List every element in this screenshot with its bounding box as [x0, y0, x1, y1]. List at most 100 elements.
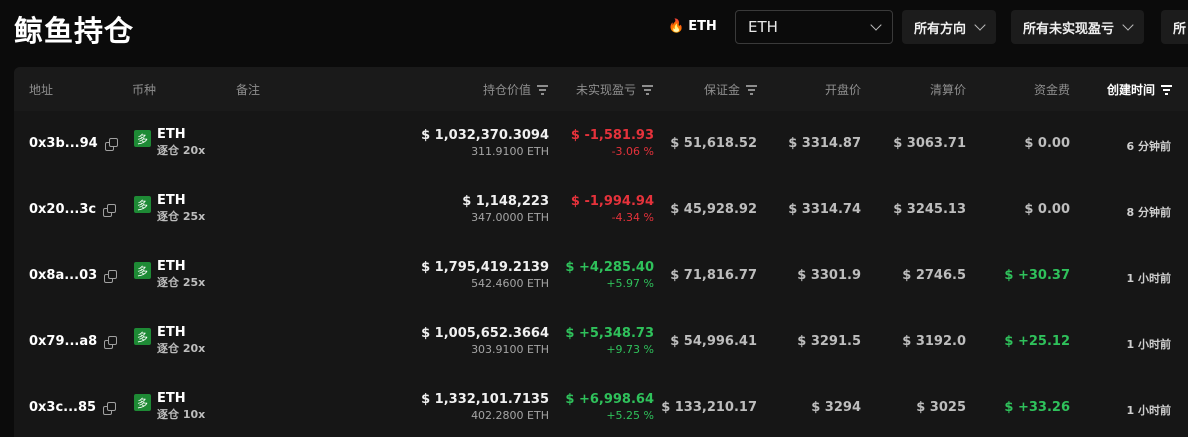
entry-price-cell: $ 3314.87: [788, 136, 861, 151]
address-cell: 0x3b...94: [29, 136, 118, 151]
hot-coin-tag[interactable]: 🔥 ETH: [668, 19, 717, 34]
copy-icon[interactable]: [104, 269, 118, 283]
liq-price-cell: $ 3063.71: [893, 136, 966, 151]
margin-cell: $ 45,928.92: [670, 202, 757, 217]
hot-coin-label: ETH: [688, 19, 717, 34]
unrealized-pnl-cell: $ -1,994.94 -4.34 %: [571, 193, 654, 226]
sort-icon: [1161, 85, 1172, 95]
fire-icon: 🔥: [668, 19, 685, 34]
coin-info: ETH 逐仓 25x: [157, 193, 205, 225]
coin-select[interactable]: ETH: [735, 10, 893, 44]
leverage-label: 逐仓 20x: [157, 144, 206, 157]
unrealized-pnl-percent: +9.73 %: [606, 343, 654, 356]
table-row[interactable]: 0x20...3c 多 ETH 逐仓 25x $ 1,148,223 347.0000 E…: [14, 177, 1188, 243]
unrealized-pnl-cell: $ +4,285.40 +5.97 %: [565, 259, 654, 292]
position-value-cell: $ 1,148,223 347.0000 ETH: [462, 193, 549, 226]
position-value: $ 1,332,101.7135: [421, 392, 549, 407]
copy-icon[interactable]: [104, 335, 118, 349]
pnl-dropdown-label: 所有未实现盈亏: [1023, 21, 1115, 37]
table-row[interactable]: 0x8a...03 多 ETH 逐仓 25x $ 1,795,419.2139 542.4…: [14, 243, 1188, 309]
position-amount: 402.2800 ETH: [471, 409, 549, 422]
liq-price-cell: $ 3025: [916, 400, 966, 415]
positions-table: 地址 币种 备注 持仓价值 未实现盈亏 保证金 开盘价 清算价 资金费 创建时间…: [14, 67, 1188, 437]
leverage-label: 逐仓 25x: [157, 210, 206, 223]
liq-price-cell: $ 2746.5: [902, 268, 966, 283]
position-value-cell: $ 1,032,370.3094 311.9100 ETH: [421, 127, 549, 160]
coin-cell: 多 ETH 逐仓 25x: [134, 193, 205, 225]
filter-bar: 🔥 ETH ETH 所有方向 所有未实现盈亏 所: [0, 10, 1188, 46]
position-amount: 347.0000 ETH: [471, 211, 549, 224]
header-created-time[interactable]: 创建时间: [1107, 81, 1172, 98]
copy-icon[interactable]: [103, 203, 117, 217]
copy-icon[interactable]: [103, 401, 117, 415]
coin-name: ETH: [157, 391, 186, 406]
pnl-dropdown[interactable]: 所有未实现盈亏: [1011, 10, 1145, 44]
position-value-cell: $ 1,005,652.3664 303.9100 ETH: [421, 325, 549, 358]
more-filter-dropdown[interactable]: 所: [1161, 10, 1188, 44]
margin-cell: $ 54,996.41: [670, 334, 757, 349]
coin-cell: 多 ETH 逐仓 20x: [134, 325, 205, 357]
created-time-cell: 6 分钟前: [1126, 140, 1171, 153]
long-badge: 多: [134, 130, 151, 147]
funding-cell: $ +25.12: [1004, 334, 1070, 349]
entry-price-cell: $ 3301.9: [797, 268, 861, 283]
table-row[interactable]: 0x79...a8 多 ETH 逐仓 20x $ 1,005,652.3664 303.9…: [14, 309, 1188, 375]
margin-cell: $ 51,618.52: [670, 136, 757, 151]
coin-name: ETH: [157, 259, 186, 274]
position-value-cell: $ 1,795,419.2139 542.4600 ETH: [421, 259, 549, 292]
unrealized-pnl-percent: -3.06 %: [611, 145, 654, 158]
address-cell: 0x3c...85: [29, 400, 117, 415]
wallet-address[interactable]: 0x3c...85: [29, 400, 96, 415]
long-badge: 多: [134, 394, 151, 411]
wallet-address[interactable]: 0x79...a8: [29, 334, 97, 349]
header-position-value-label: 持仓价值: [482, 83, 531, 97]
header-liq-price: 清算价: [929, 83, 966, 97]
unrealized-pnl-cell: $ -1,581.93 -3.06 %: [571, 127, 654, 160]
table-row[interactable]: 0x3b...94 多 ETH 逐仓 20x $ 1,032,370.3094 311.9…: [14, 111, 1188, 177]
unrealized-pnl: $ +4,285.40: [565, 260, 654, 275]
sort-icon: [642, 85, 653, 95]
header-position-value[interactable]: 持仓价值: [483, 81, 548, 98]
leverage-label: 逐仓 25x: [157, 276, 206, 289]
unrealized-pnl-cell: $ +5,348.73 +9.73 %: [565, 325, 654, 358]
entry-price-cell: $ 3294: [811, 400, 861, 415]
position-value: $ 1,795,419.2139: [421, 260, 549, 275]
header-unrealized-pnl[interactable]: 未实现盈亏: [576, 81, 653, 98]
header-note: 备注: [236, 83, 261, 97]
direction-dropdown[interactable]: 所有方向: [902, 10, 997, 44]
copy-icon[interactable]: [104, 137, 118, 151]
wallet-address[interactable]: 0x20...3c: [29, 202, 96, 217]
wallet-address[interactable]: 0x3b...94: [29, 136, 98, 151]
long-badge: 多: [134, 196, 151, 213]
position-value: $ 1,032,370.3094: [421, 128, 549, 143]
header-created-time-label: 创建时间: [1106, 83, 1155, 97]
chevron-down-icon: [974, 19, 986, 31]
position-value: $ 1,005,652.3664: [421, 326, 549, 341]
unrealized-pnl: $ +5,348.73: [565, 326, 654, 341]
funding-cell: $ 0.00: [1024, 202, 1070, 217]
coin-name: ETH: [157, 127, 186, 142]
more-filter-label: 所: [1173, 21, 1187, 37]
unrealized-pnl-cell: $ +6,998.64 +5.25 %: [565, 391, 654, 424]
wallet-address[interactable]: 0x8a...03: [29, 268, 97, 283]
unrealized-pnl: $ -1,581.93: [570, 128, 654, 143]
chevron-down-icon: [1122, 19, 1134, 31]
position-value-cell: $ 1,332,101.7135 402.2800 ETH: [421, 391, 549, 424]
funding-cell: $ +30.37: [1004, 268, 1070, 283]
long-badge: 多: [134, 262, 151, 279]
chevron-down-icon: [870, 19, 882, 31]
coin-select-value: ETH: [748, 18, 778, 36]
header-margin[interactable]: 保证金: [704, 81, 757, 98]
address-cell: 0x8a...03: [29, 268, 118, 283]
position-amount: 303.9100 ETH: [471, 343, 549, 356]
header-margin-label: 保证金: [703, 83, 740, 97]
entry-price-cell: $ 3314.74: [788, 202, 861, 217]
liq-price-cell: $ 3245.13: [893, 202, 966, 217]
unrealized-pnl-percent: -4.34 %: [611, 211, 654, 224]
coin-cell: 多 ETH 逐仓 20x: [134, 127, 205, 159]
margin-cell: $ 71,816.77: [670, 268, 757, 283]
address-cell: 0x20...3c: [29, 202, 117, 217]
table-row[interactable]: 0x3c...85 多 ETH 逐仓 10x $ 1,332,101.7135 402.2…: [14, 375, 1188, 437]
created-time-cell: 1 小时前: [1126, 404, 1171, 417]
long-badge: 多: [134, 328, 151, 345]
